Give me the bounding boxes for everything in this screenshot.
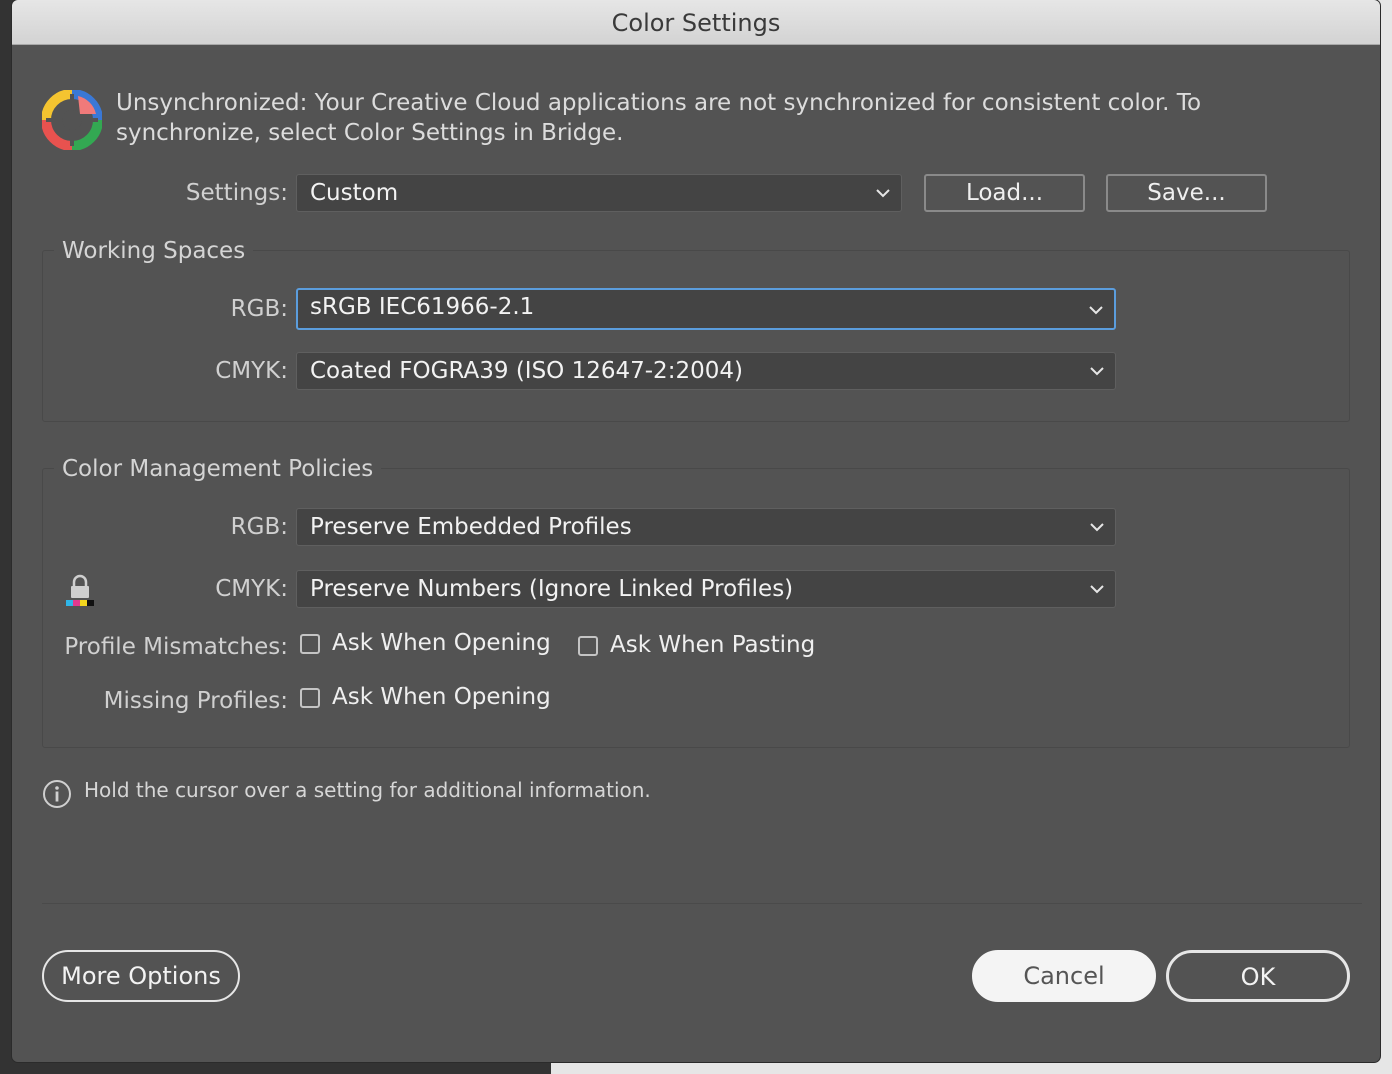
policy-cmyk-select[interactable]: Preserve Numbers (Ignore Linked Profiles… [296,570,1116,608]
settings-value: Custom [310,180,399,206]
info-icon [43,780,71,808]
color-settings-dialog: Color Settings Unsynchronized: Your Crea… [12,0,1380,1062]
color-management-policies-title: Color Management Policies [54,454,382,484]
policy-rgb-label: RGB: [230,514,288,540]
missing-profiles-label: Missing Profiles: [103,688,288,714]
window-title: Color Settings [12,0,1380,45]
working-cmyk-select[interactable]: Coated FOGRA39 (ISO 12647-2:2004) [296,352,1116,390]
working-rgb-select[interactable]: sRGB IEC61966-2.1 [296,288,1116,330]
footer-separator [42,903,1362,904]
chevron-down-icon [876,189,890,198]
policy-rgb-value: Preserve Embedded Profiles [310,514,632,540]
ok-button[interactable]: OK [1166,950,1350,1002]
more-options-button[interactable]: More Options [42,950,240,1002]
working-spaces-title: Working Spaces [54,236,254,266]
missing-ask-opening-checkbox[interactable] [300,688,320,708]
chevron-down-icon [1090,585,1104,594]
mismatch-ask-opening-label[interactable]: Ask When Opening [332,630,551,656]
mismatch-ask-opening-checkbox[interactable] [300,634,320,654]
working-cmyk-value: Coated FOGRA39 (ISO 12647-2:2004) [310,358,743,384]
policy-cmyk-label: CMYK: [215,576,288,602]
settings-label: Settings: [185,180,288,206]
cancel-button[interactable]: Cancel [972,950,1156,1002]
policy-cmyk-value: Preserve Numbers (Ignore Linked Profiles… [310,576,794,602]
working-spaces-group [42,250,1350,422]
info-text: Hold the cursor over a setting for addit… [84,778,651,802]
load-button[interactable]: Load... [924,174,1085,212]
profile-mismatches-label: Profile Mismatches: [64,634,288,660]
chevron-down-icon [1089,306,1103,315]
save-button[interactable]: Save... [1106,174,1267,212]
chevron-down-icon [1090,367,1104,376]
missing-ask-opening-label[interactable]: Ask When Opening [332,684,551,710]
chevron-down-icon [1090,523,1104,532]
mismatch-ask-pasting-label[interactable]: Ask When Pasting [610,632,815,658]
policy-rgb-select[interactable]: Preserve Embedded Profiles [296,508,1116,546]
working-rgb-label: RGB: [230,296,288,322]
settings-select[interactable]: Custom [296,174,902,212]
working-cmyk-label: CMYK: [215,358,288,384]
creative-cloud-color-icon [42,90,102,150]
lock-cmyk-icon [66,574,94,606]
mismatch-ask-pasting-checkbox[interactable] [578,636,598,656]
unsynchronized-message: Unsynchronized: Your Creative Cloud appl… [116,90,1202,146]
working-rgb-value: sRGB IEC61966-2.1 [310,294,535,320]
